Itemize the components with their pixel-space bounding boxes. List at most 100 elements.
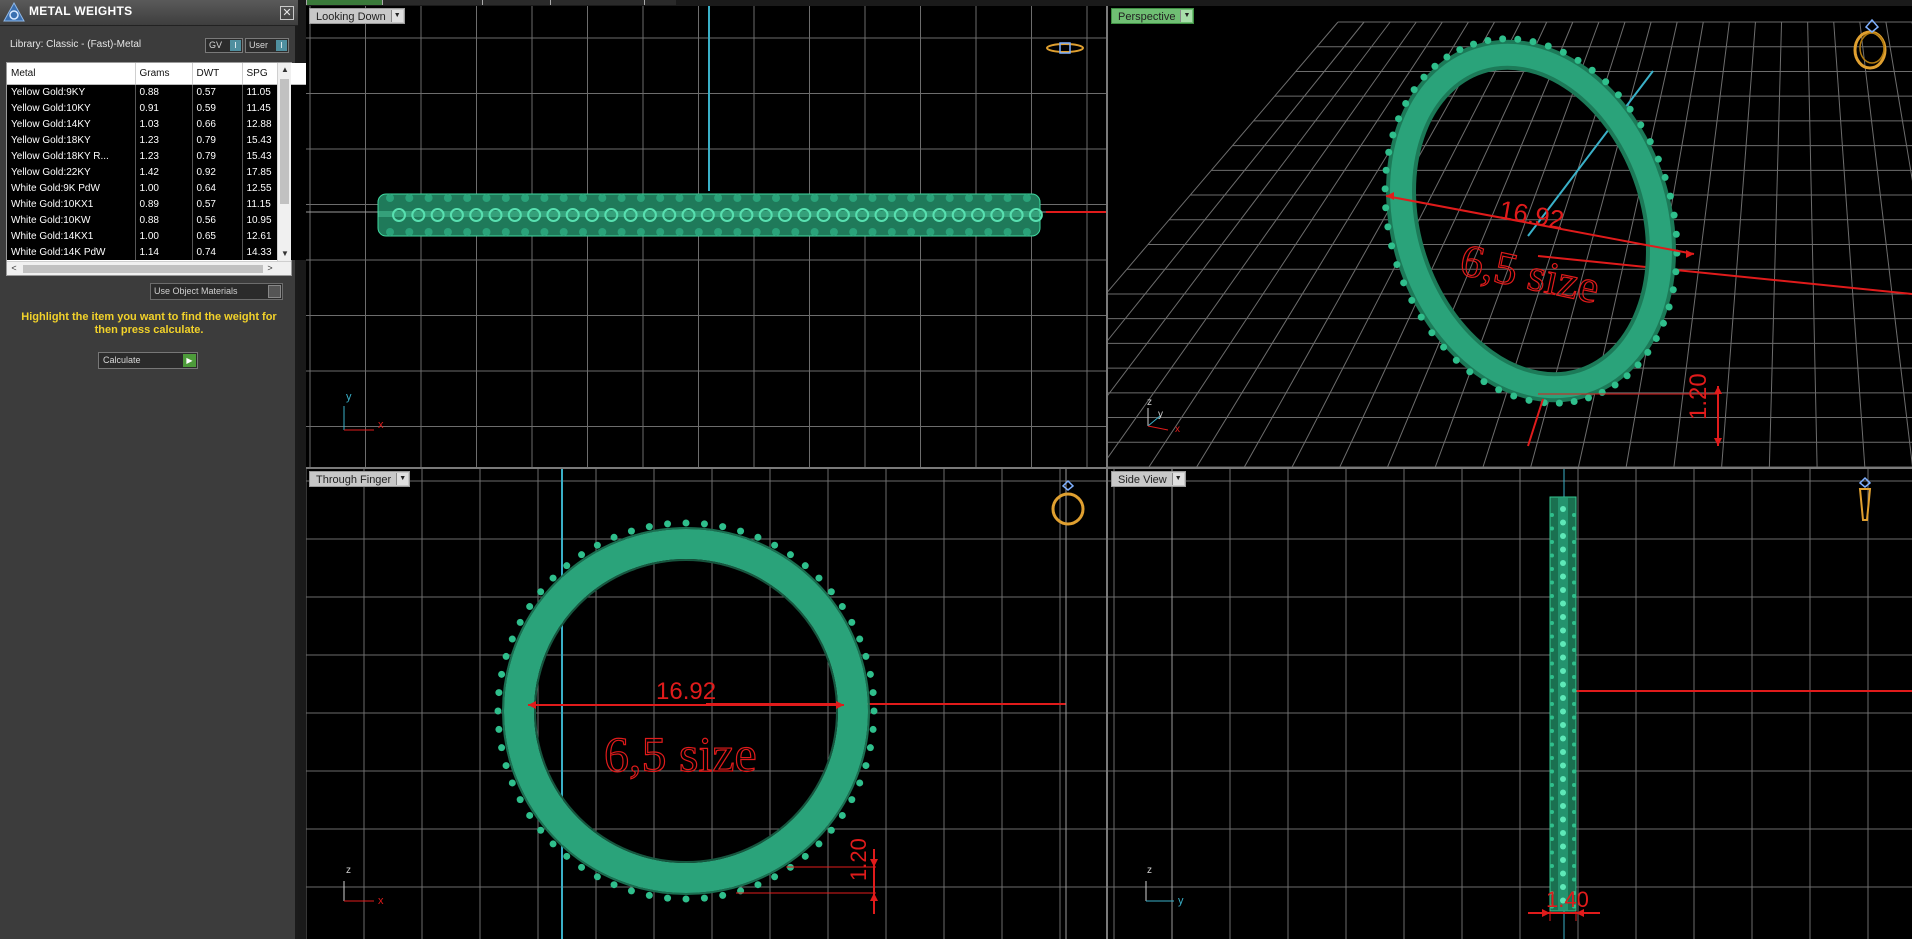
- prong: [559, 228, 568, 236]
- prong: [907, 228, 916, 236]
- dropdown-arrow-icon[interactable]: ▼: [396, 473, 409, 485]
- prong: [1550, 675, 1554, 679]
- column-header[interactable]: Metal: [7, 63, 136, 85]
- tab-stub[interactable]: [306, 0, 382, 5]
- ring-band: [504, 529, 868, 893]
- prong: [700, 894, 708, 902]
- tab-stub[interactable]: [644, 0, 676, 5]
- table-row[interactable]: Yellow Gold:18KY R... 1.23 0.79 15.43: [7, 148, 308, 164]
- table-row[interactable]: White Gold:14KX1 1.00 0.65 12.61: [7, 228, 308, 244]
- user-toggle-label: User: [249, 40, 269, 50]
- tab-stub[interactable]: [382, 0, 482, 5]
- horizontal-scrollbar[interactable]: < >: [7, 261, 291, 275]
- prong: [405, 228, 414, 236]
- instruction-text: Highlight the item you want to find the …: [21, 311, 277, 336]
- tab-stub[interactable]: [482, 0, 550, 5]
- prong: [1525, 396, 1533, 404]
- prong: [537, 826, 545, 834]
- user-toggle[interactable]: User I: [245, 38, 289, 53]
- ring-inner-edge: [534, 559, 838, 863]
- vertical-scrollbar[interactable]: ▲ ▼: [277, 63, 291, 261]
- viewport-view-selector[interactable]: Through Finger ▼: [309, 471, 411, 487]
- table-row[interactable]: Yellow Gold:9KY 0.88 0.57 11.05: [7, 84, 308, 100]
- prong: [1408, 296, 1416, 304]
- ring-orientation-icon[interactable]: [1854, 475, 1876, 525]
- prong: [1672, 268, 1680, 276]
- prong: [907, 194, 916, 202]
- dimension-arrowhead: [870, 859, 878, 867]
- table-cell: Yellow Gold:18KY R...: [7, 148, 136, 164]
- viewport-view-selector[interactable]: Looking Down ▼: [309, 8, 405, 24]
- table-cell: Yellow Gold:18KY: [7, 132, 136, 148]
- dropdown-arrow-icon[interactable]: ▼: [1171, 473, 1184, 485]
- perspective-canvas[interactable]: 16.926,5 size1.20: [1108, 6, 1912, 467]
- table-row[interactable]: White Gold:10KW 0.88 0.56 10.95: [7, 212, 308, 228]
- prong: [1572, 540, 1576, 544]
- ring-orientation-icon[interactable]: [1848, 18, 1896, 74]
- prong: [1614, 91, 1622, 99]
- table-row[interactable]: Yellow Gold:18KY 1.23 0.79 15.43: [7, 132, 308, 148]
- prong: [1550, 634, 1554, 639]
- use-object-materials-checkbox[interactable]: Use Object Materials: [150, 283, 283, 300]
- viewport-side-view[interactable]: 1.40 Side View ▼ z y: [1108, 469, 1912, 939]
- viewport-looking-down[interactable]: Looking Down ▼ y x: [306, 6, 1106, 467]
- through-finger-canvas[interactable]: 16.92 6,5 size 1.20: [306, 469, 1106, 939]
- tab-stub[interactable]: [550, 0, 644, 5]
- table-cell: 11.45: [242, 100, 308, 116]
- column-header[interactable]: DWT: [192, 63, 243, 85]
- prong: [733, 228, 742, 236]
- ring-size-text: 6,5 size: [1456, 234, 1604, 313]
- column-header[interactable]: Grams: [135, 63, 193, 85]
- table-cell: 0.91: [135, 100, 193, 116]
- table-row[interactable]: White Gold:14K PdW 1.14 0.74 14.33: [7, 244, 308, 260]
- checkbox-icon[interactable]: [268, 285, 281, 298]
- viewport-view-selector[interactable]: Side View ▼: [1111, 471, 1186, 487]
- stone-seat: [1560, 776, 1566, 782]
- ring-size-text: 6,5 size: [604, 726, 757, 782]
- prong: [772, 194, 780, 202]
- info-icon[interactable]: I: [230, 40, 241, 51]
- viewport-perspective[interactable]: 16.92 6,5 size 1.20 Perspective ▼ z y x: [1108, 6, 1912, 467]
- table-row[interactable]: Yellow Gold:14KY 1.03 0.66 12.88: [7, 116, 308, 132]
- prong: [1572, 783, 1576, 787]
- scroll-up-icon[interactable]: ▲: [278, 63, 292, 77]
- table-row[interactable]: White Gold:9K PdW 1.00 0.64 12.55: [7, 180, 308, 196]
- prong: [1484, 37, 1492, 45]
- table-row[interactable]: Yellow Gold:10KY 0.91 0.59 11.45: [7, 100, 308, 116]
- column-header[interactable]: SPG: [242, 63, 308, 85]
- prong: [1572, 594, 1576, 598]
- dropdown-arrow-icon[interactable]: ▼: [1180, 10, 1193, 22]
- table-cell: 0.79: [192, 148, 243, 164]
- side-view-canvas[interactable]: 1.40: [1108, 469, 1912, 939]
- prong: [502, 762, 510, 770]
- close-icon[interactable]: ✕: [280, 6, 294, 20]
- stone-seat: [1560, 762, 1566, 769]
- viewport-view-selector[interactable]: Perspective ▼: [1111, 8, 1195, 24]
- gv-toggle[interactable]: GV I: [205, 38, 243, 53]
- stone-seat: [1560, 708, 1566, 715]
- prong: [1572, 837, 1576, 841]
- scroll-left-icon[interactable]: <: [7, 262, 21, 276]
- prong: [810, 228, 819, 236]
- play-arrow-icon[interactable]: ▶: [183, 354, 196, 367]
- scroll-thumb[interactable]: [23, 265, 263, 273]
- prong: [887, 194, 896, 202]
- prong: [617, 194, 626, 202]
- prong: [1440, 343, 1448, 351]
- prong: [848, 796, 856, 804]
- prong: [791, 228, 800, 236]
- prong: [1550, 783, 1554, 787]
- calculate-button[interactable]: Calculate ▶: [98, 352, 198, 369]
- table-row[interactable]: Yellow Gold:22KY 1.42 0.92 17.85: [7, 164, 308, 180]
- scroll-down-icon[interactable]: ▼: [278, 247, 292, 261]
- stone-seat: [1560, 681, 1566, 688]
- dropdown-arrow-icon[interactable]: ▼: [390, 10, 403, 22]
- table-row[interactable]: White Gold:10KX1 0.89 0.57 11.15: [7, 196, 308, 212]
- ring-orientation-icon[interactable]: [1044, 36, 1086, 60]
- scroll-thumb[interactable]: [280, 79, 289, 204]
- viewport-through-finger[interactable]: 16.92 6,5 size 1.20 Through Finger ▼ z x: [306, 469, 1106, 939]
- ring-orientation-icon[interactable]: [1048, 479, 1088, 531]
- looking-down-canvas[interactable]: [306, 6, 1106, 467]
- info-icon[interactable]: I: [276, 40, 287, 51]
- scroll-right-icon[interactable]: >: [263, 262, 277, 276]
